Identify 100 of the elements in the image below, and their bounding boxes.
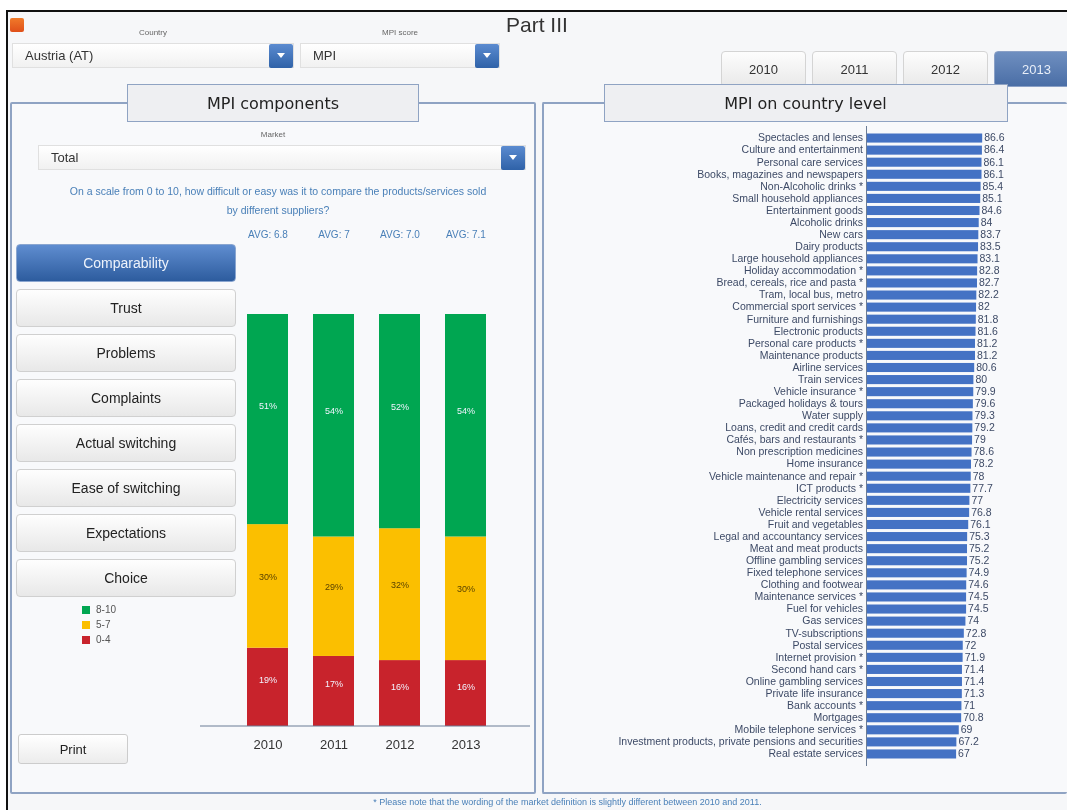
category-label: Entertainment goods bbox=[766, 203, 863, 216]
component-button[interactable]: Complaints bbox=[16, 379, 236, 417]
value-label: 76.1 bbox=[970, 517, 991, 530]
legend-label: 8-10 bbox=[96, 604, 116, 615]
dropdown[interactable]: MPI bbox=[300, 43, 500, 68]
category-label: Furniture and furnishings bbox=[746, 312, 863, 325]
dropdown[interactable]: Austria (AT) bbox=[12, 43, 294, 68]
component-button[interactable]: Choice bbox=[16, 559, 236, 597]
value-label: 81.2 bbox=[977, 336, 998, 349]
category-label: ICT products * bbox=[796, 481, 863, 494]
value-label: 30% bbox=[457, 584, 475, 595]
value-label: 78 bbox=[972, 469, 985, 482]
market-dropdown[interactable]: Total bbox=[38, 145, 526, 170]
average-label: AVG: 7 bbox=[318, 229, 350, 240]
value-label: 81.8 bbox=[977, 312, 999, 325]
component-button[interactable]: Actual switching bbox=[16, 424, 236, 462]
value-label: 75.3 bbox=[969, 529, 990, 542]
category-label: Mortgages bbox=[813, 711, 863, 724]
category-label: Real estate services bbox=[768, 747, 863, 760]
value-label: 81.6 bbox=[977, 324, 998, 337]
category-label: Train services bbox=[798, 372, 863, 385]
value-label: 69 bbox=[960, 723, 973, 736]
category-label: Culture and entertainment bbox=[741, 143, 863, 156]
category-label: Large household appliances bbox=[731, 252, 863, 265]
value-label: 51% bbox=[259, 400, 277, 411]
question-text: On a scale from 0 to 10, how difficult or easy was it to compare the products/services sold by different suppliers? bbox=[68, 184, 488, 218]
value-label: 83.7 bbox=[980, 228, 1001, 241]
value-label: 75.2 bbox=[969, 542, 990, 555]
category-label: Second hand cars * bbox=[771, 662, 863, 675]
value-label: 72 bbox=[964, 638, 977, 651]
category-label: Loans, credit and credit cards bbox=[725, 421, 863, 434]
value-label: 85.4 bbox=[982, 179, 1003, 192]
component-button[interactable]: Comparability bbox=[16, 244, 236, 282]
category-label: Alcoholic drinks bbox=[790, 215, 863, 228]
category-label: Gas services bbox=[802, 614, 863, 627]
value-label: 74.9 bbox=[968, 566, 990, 579]
category-label: New cars bbox=[819, 228, 863, 241]
component-button[interactable]: Problems bbox=[16, 334, 236, 372]
year-button[interactable]: 2012 bbox=[903, 51, 988, 87]
value-label: 79 bbox=[974, 433, 986, 446]
panel-heading: MPI on country level bbox=[603, 84, 1008, 122]
value-label: 81.2 bbox=[977, 348, 998, 361]
value-label: 82 bbox=[978, 300, 990, 313]
value-label: 84 bbox=[980, 215, 993, 228]
value-label: 77.7 bbox=[972, 481, 993, 494]
value-label: 54% bbox=[457, 406, 475, 417]
category-label: Private life insurance bbox=[765, 686, 863, 699]
category-label: Bread, cereals, rice and pasta * bbox=[716, 276, 863, 289]
value-label: 29% bbox=[325, 582, 343, 593]
category-label: Electricity services bbox=[776, 493, 863, 506]
axis-label: 2010 bbox=[253, 737, 283, 752]
category-label: Fuel for vehicles bbox=[786, 602, 863, 615]
value-label: 86.1 bbox=[983, 167, 1004, 180]
value-label: 79.6 bbox=[974, 397, 996, 410]
category-label: Vehicle maintenance and repair * bbox=[708, 469, 863, 482]
category-label: Tram, local bus, metro bbox=[758, 288, 863, 301]
value-label: 32% bbox=[391, 579, 409, 590]
category-label: Fixed telephone services bbox=[746, 566, 863, 579]
component-button[interactable]: Ease of switching bbox=[16, 469, 236, 507]
category-label: Maintenance services * bbox=[754, 590, 863, 603]
value-label: 67 bbox=[958, 747, 970, 760]
value-label: 83.1 bbox=[979, 252, 1000, 265]
value-label: 72.8 bbox=[965, 626, 987, 639]
component-button[interactable]: Trust bbox=[16, 289, 236, 327]
category-label: Offline gambling services bbox=[745, 554, 863, 567]
legend-label: 0-4 bbox=[96, 634, 111, 645]
category-label: Dairy products bbox=[795, 240, 863, 253]
logo-icon bbox=[10, 18, 24, 32]
year-button[interactable]: 2010 bbox=[721, 51, 806, 87]
value-label: 82.7 bbox=[979, 276, 1000, 289]
value-label: 17% bbox=[325, 679, 343, 690]
year-button[interactable]: 2013 bbox=[994, 51, 1067, 87]
category-label: Commercial sport services * bbox=[732, 300, 863, 313]
category-label: Non prescription medicines bbox=[736, 445, 863, 458]
value-label: 78.6 bbox=[973, 445, 994, 458]
value-label: 85.1 bbox=[982, 191, 1003, 204]
category-label: Meat and meat products bbox=[749, 542, 863, 555]
value-label: 74.6 bbox=[968, 578, 989, 591]
category-label: Electronic products bbox=[773, 324, 863, 337]
component-button[interactable]: Expectations bbox=[16, 514, 236, 552]
panel-heading: MPI components bbox=[127, 84, 419, 122]
category-label: Investment products, private pensions and securities bbox=[618, 735, 863, 748]
category-label: TV-subscriptions bbox=[785, 626, 863, 639]
category-label: Internet provision * bbox=[775, 650, 863, 663]
value-label: 67.2 bbox=[958, 735, 979, 748]
year-button[interactable]: 2011 bbox=[812, 51, 897, 87]
print-button[interactable]: Print bbox=[18, 734, 128, 764]
filter-label: MPI score bbox=[382, 28, 418, 37]
page-title: Part III bbox=[506, 13, 568, 37]
value-label: 82.8 bbox=[979, 264, 1000, 277]
category-label: Cafés, bars and restaurants * bbox=[726, 433, 863, 446]
value-label: 80 bbox=[975, 372, 988, 385]
category-label: Home insurance bbox=[786, 457, 863, 470]
category-label: Personal care products * bbox=[748, 336, 863, 349]
value-label: 71.4 bbox=[963, 674, 985, 687]
value-label: 86.4 bbox=[983, 143, 1005, 156]
value-label: 84.6 bbox=[981, 203, 1002, 216]
category-label: Maintenance products bbox=[759, 348, 863, 361]
average-label: AVG: 7.1 bbox=[446, 229, 486, 240]
value-label: 71.4 bbox=[963, 662, 985, 675]
